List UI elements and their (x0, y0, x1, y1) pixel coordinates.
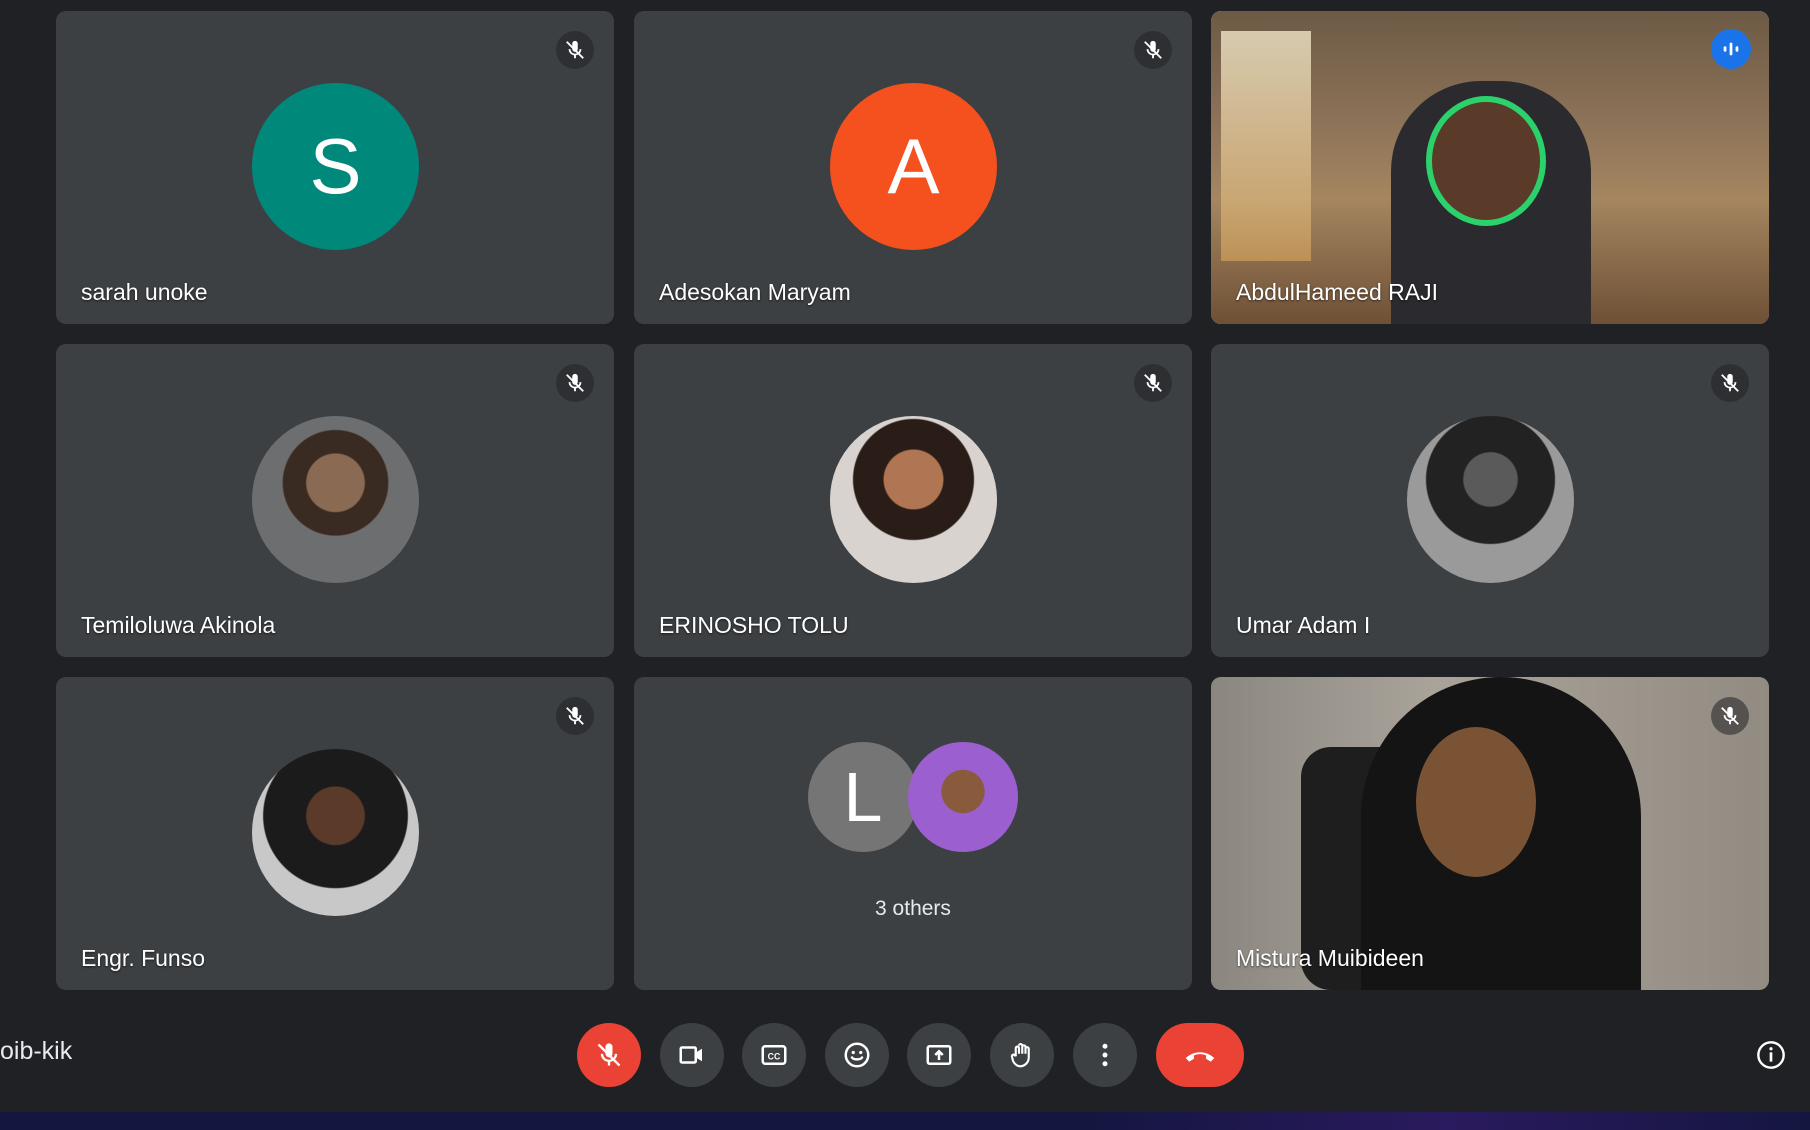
mic-off-icon (556, 697, 594, 735)
others-avatars: L (808, 742, 1018, 855)
desktop-taskbar-strip (0, 1112, 1810, 1130)
participant-tile[interactable]: Engr. Funso (56, 677, 614, 990)
participant-name: ERINOSHO TOLU (659, 612, 849, 638)
avatar-initial: S (309, 122, 362, 210)
participant-name: AbdulHameed RAJI (1236, 279, 1438, 305)
hand-icon (1010, 1043, 1030, 1068)
info-icon (1757, 1041, 1785, 1069)
cc-icon: CC (761, 1045, 787, 1065)
participant-name: Mistura Muibideen (1236, 945, 1424, 971)
more-options-button[interactable] (1073, 1023, 1137, 1087)
emoji-reaction-button[interactable] (825, 1023, 889, 1087)
participant-name: Umar Adam I (1236, 612, 1371, 638)
camera-toggle-button[interactable] (660, 1023, 724, 1087)
avatar-photo (252, 749, 419, 916)
others-tile[interactable]: L 3 others (634, 677, 1192, 990)
phone-hangup-icon (1185, 1052, 1215, 1062)
participant-grid: S sarah unoke A Adesokan Maryam AbdulHam… (0, 0, 1810, 1000)
meeting-info-button[interactable] (1754, 1038, 1788, 1072)
avatar-photo (830, 416, 997, 583)
participant-name: Adesokan Maryam (659, 279, 851, 305)
participant-tile[interactable]: A Adesokan Maryam (634, 11, 1192, 324)
mic-off-icon (597, 1043, 621, 1067)
participant-tile[interactable]: Mistura Muibideen (1211, 677, 1769, 990)
more-vert-icon (1102, 1043, 1108, 1067)
avatar-initial: L (843, 758, 883, 836)
svg-text:CC: CC (768, 1051, 781, 1061)
mic-off-icon (556, 31, 594, 69)
participant-tile-speaking[interactable]: AbdulHameed RAJI (1211, 11, 1769, 324)
avatar-initial: A (887, 122, 940, 210)
captions-button[interactable]: CC (742, 1023, 806, 1087)
avatar-photo (908, 742, 1018, 852)
participant-name: Temiloluwa Akinola (81, 612, 276, 638)
avatar: S (252, 83, 419, 250)
participant-tile[interactable]: Temiloluwa Akinola (56, 344, 614, 657)
meeting-code: oib-kik (0, 1037, 73, 1065)
present-screen-icon (926, 1045, 952, 1065)
others-count-label: 3 others (875, 897, 951, 920)
emoji-icon (844, 1042, 870, 1068)
microphone-toggle-button[interactable] (577, 1023, 641, 1087)
participant-tile[interactable]: ERINOSHO TOLU (634, 344, 1192, 657)
mic-off-icon (1711, 364, 1749, 402)
leave-call-button[interactable] (1156, 1023, 1244, 1087)
participant-name: Engr. Funso (81, 945, 206, 971)
mic-off-icon (1134, 31, 1172, 69)
camera-icon (679, 1046, 702, 1064)
mic-off-icon (1711, 697, 1749, 735)
participant-tile[interactable]: Umar Adam I (1211, 344, 1769, 657)
avatar-photo (252, 416, 419, 583)
mic-off-icon (556, 364, 594, 402)
present-screen-button[interactable] (907, 1023, 971, 1087)
participant-tile[interactable]: S sarah unoke (56, 11, 614, 324)
call-controls-bar: oib-kik CC (0, 1000, 1810, 1112)
participant-name: sarah unoke (81, 279, 208, 305)
avatar-photo (1407, 416, 1574, 583)
mic-off-icon (1134, 364, 1172, 402)
video-feed (1211, 677, 1769, 990)
video-feed (1211, 11, 1769, 324)
avatar: A (830, 83, 997, 250)
raise-hand-button[interactable] (990, 1023, 1054, 1087)
speaking-indicator-icon (1711, 29, 1751, 69)
avatar: L (808, 742, 918, 852)
